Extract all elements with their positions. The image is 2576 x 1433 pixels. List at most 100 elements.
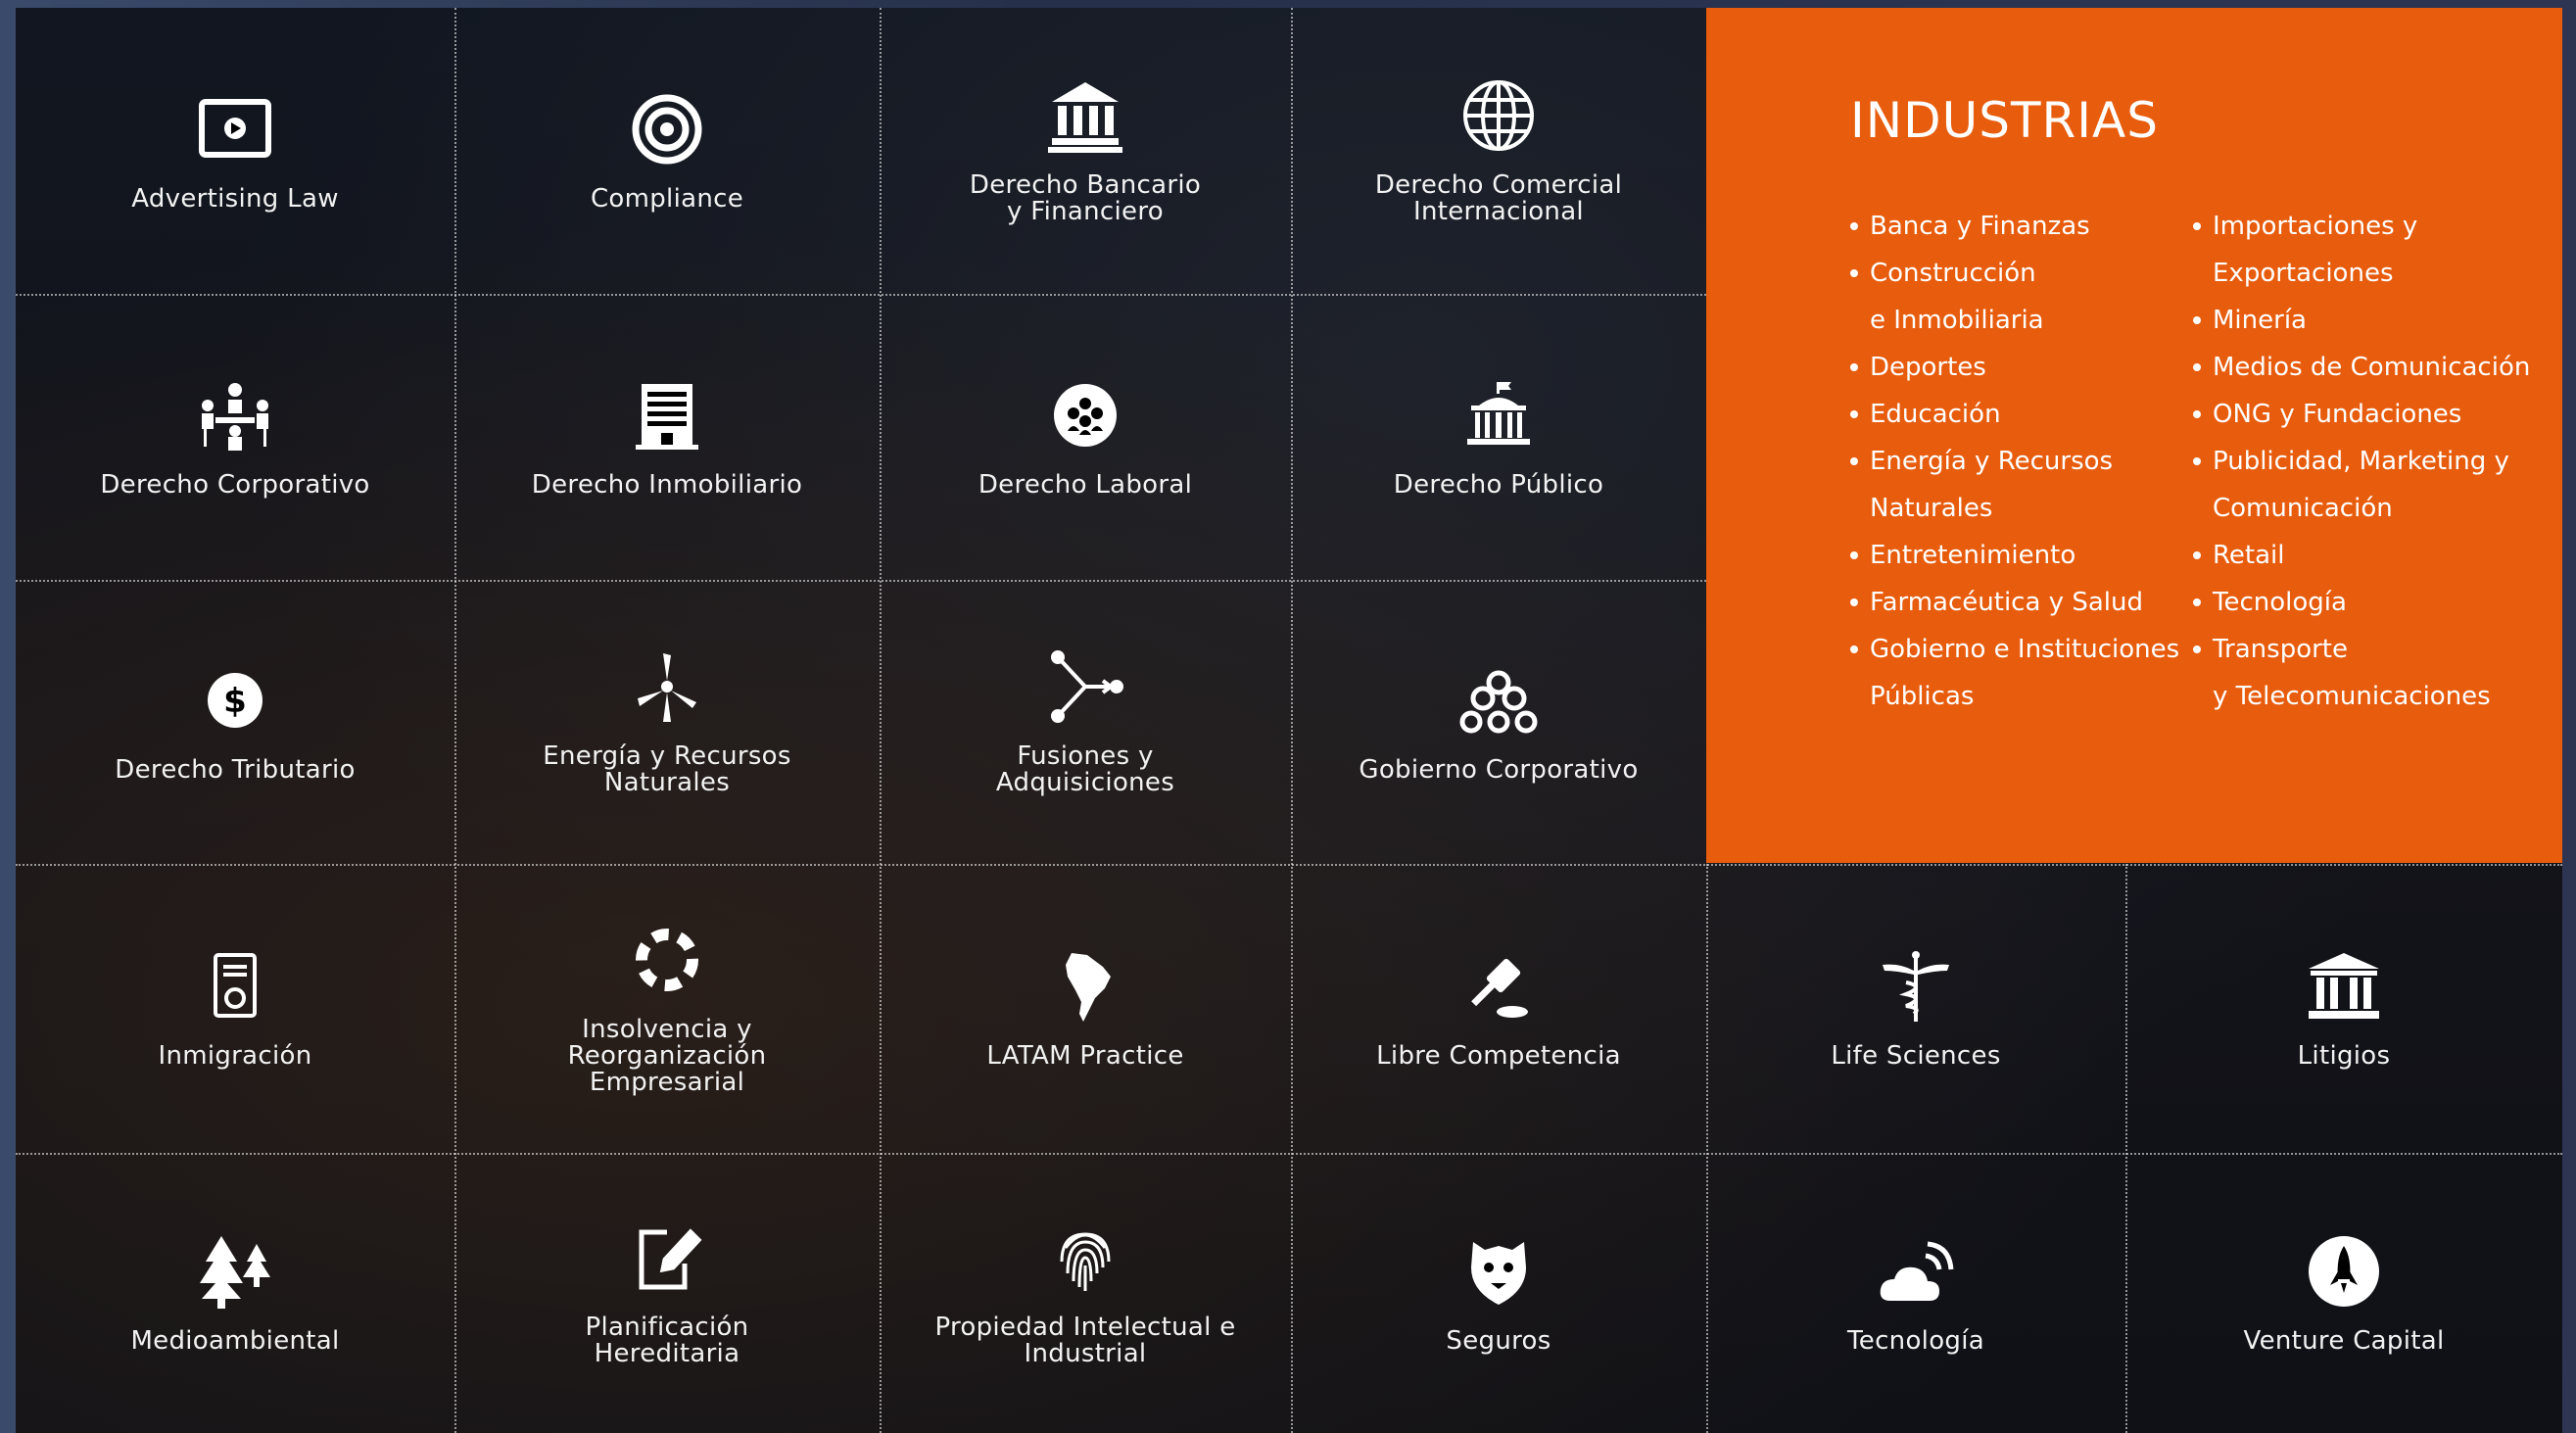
practice-seguros[interactable]: Seguros xyxy=(1291,1153,1706,1433)
practice-derecho-bancario[interactable]: Derecho Bancario y Financiero xyxy=(880,8,1291,294)
practice-medioambiental[interactable]: Medioambiental xyxy=(16,1153,454,1433)
industry-item[interactable]: Deportes xyxy=(1850,344,2193,391)
video-screen-icon xyxy=(196,90,274,168)
practice-propiedad-intelectual[interactable]: Propiedad Intelectual e Industrial xyxy=(880,1153,1291,1433)
practice-label: Derecho Público xyxy=(1393,469,1604,500)
fingerprint-icon xyxy=(1046,1218,1124,1297)
practice-derecho-inmobiliario[interactable]: Derecho Inmobiliario xyxy=(454,294,880,580)
industry-item[interactable]: Transporte y Telecomunicaciones xyxy=(2193,626,2530,720)
practice-label: Insolvencia y Reorganización Empresarial xyxy=(567,1015,767,1097)
industry-item[interactable]: Entretenimiento xyxy=(1850,532,2193,579)
practice-label: Tecnología xyxy=(1847,1325,1984,1356)
industry-item[interactable]: Publicidad, Marketing y Comunicación xyxy=(2193,438,2530,532)
svg-text:$: $ xyxy=(223,682,247,721)
practice-label: Derecho Tributario xyxy=(115,754,356,785)
practice-compliance[interactable]: Compliance xyxy=(454,8,880,294)
industry-item[interactable]: Gobierno e Instituciones Públicas xyxy=(1850,626,2193,720)
practice-label: Venture Capital xyxy=(2243,1325,2445,1356)
industry-item[interactable]: Construcción e Inmobiliaria xyxy=(1850,250,2193,344)
practice-label: Compliance xyxy=(590,183,744,214)
practice-planificacion-hereditaria[interactable]: Planificación Hereditaria xyxy=(454,1153,880,1433)
grid-divider xyxy=(2125,864,2127,1433)
wind-turbine-icon xyxy=(628,647,706,726)
industries-panel: INDUSTRIAS Banca y Finanzas Construcción… xyxy=(1706,8,2562,863)
grid-divider xyxy=(880,8,882,1433)
industry-item[interactable]: Medios de Comunicación xyxy=(2193,344,2530,391)
practice-label: LATAM Practice xyxy=(986,1041,1184,1071)
industry-item[interactable]: Minería xyxy=(2193,297,2530,344)
practice-label: Advertising Law xyxy=(131,183,339,214)
building-icon xyxy=(628,376,706,454)
industry-item[interactable]: Energía y Recursos Naturales xyxy=(1850,438,2193,532)
practice-latam[interactable]: LATAM Practice xyxy=(880,864,1291,1153)
dollar-coin-icon: $ xyxy=(196,661,274,740)
practice-label: Energía y Recursos Naturales xyxy=(543,741,791,797)
courthouse-icon xyxy=(2305,947,2383,1026)
practice-venture-capital[interactable]: Venture Capital xyxy=(2125,1153,2562,1433)
industries-column-2: Importaciones y Exportaciones Minería Me… xyxy=(2193,203,2530,720)
practice-fusiones[interactable]: Fusiones y Adquisiciones xyxy=(880,580,1291,864)
cloud-signal-icon xyxy=(1877,1232,1955,1311)
practice-gobierno-corporativo[interactable]: Gobierno Corporativo xyxy=(1291,580,1706,864)
practice-derecho-corporativo[interactable]: Derecho Corporativo xyxy=(16,294,454,580)
grid-divider xyxy=(1706,864,1708,1433)
practice-derecho-laboral[interactable]: Derecho Laboral xyxy=(880,294,1291,580)
grid-divider xyxy=(16,580,1706,582)
practice-advertising-law[interactable]: Advertising Law xyxy=(16,8,454,294)
practice-derecho-tributario[interactable]: $ Derecho Tributario xyxy=(16,580,454,864)
practice-label: Libre Competencia xyxy=(1376,1041,1621,1071)
industries-title: INDUSTRIAS xyxy=(1850,92,2159,149)
practice-label: Planificación Hereditaria xyxy=(585,1313,749,1368)
practice-label: Gobierno Corporativo xyxy=(1359,754,1639,785)
industries-columns: Banca y Finanzas Construcción e Inmobili… xyxy=(1850,203,2562,720)
south-america-icon xyxy=(1046,947,1124,1026)
target-icon xyxy=(628,90,706,168)
industry-item[interactable]: Banca y Finanzas xyxy=(1850,203,2193,250)
caduceus-icon xyxy=(1877,947,1955,1026)
practice-label: Medioambiental xyxy=(130,1325,340,1356)
group-circle-icon xyxy=(1046,376,1124,454)
trees-icon xyxy=(196,1232,274,1311)
industry-item[interactable]: Farmacéutica y Salud xyxy=(1850,579,2193,626)
practice-derecho-publico[interactable]: Derecho Público xyxy=(1291,294,1706,580)
industry-item[interactable]: Tecnología xyxy=(2193,579,2530,626)
meeting-people-icon xyxy=(196,376,274,454)
practice-label: Derecho Inmobiliario xyxy=(531,469,803,500)
practice-inmigracion[interactable]: Inmigración xyxy=(16,864,454,1153)
capitol-building-icon xyxy=(1459,376,1538,454)
rocket-icon xyxy=(2305,1232,2383,1311)
practice-tecnologia[interactable]: Tecnología xyxy=(1706,1153,2125,1433)
practice-life-sciences[interactable]: Life Sciences xyxy=(1706,864,2125,1153)
industry-item[interactable]: Educación xyxy=(1850,391,2193,438)
globe-icon xyxy=(1459,76,1538,155)
practice-litigios[interactable]: Litigios xyxy=(2125,864,2562,1153)
industry-item[interactable]: Retail xyxy=(2193,532,2530,579)
practice-label: Seguros xyxy=(1446,1325,1551,1356)
practice-libre-competencia[interactable]: Libre Competencia xyxy=(1291,864,1706,1153)
practice-label: Inmigración xyxy=(158,1041,312,1071)
practice-energia[interactable]: Energía y Recursos Naturales xyxy=(454,580,880,864)
bank-icon xyxy=(1046,76,1124,155)
passport-icon xyxy=(196,947,274,1026)
industry-item[interactable]: Importaciones y Exportaciones xyxy=(2193,203,2530,297)
grid-divider xyxy=(16,864,2562,866)
practice-label: Life Sciences xyxy=(1831,1041,2001,1071)
org-chart-icon xyxy=(1459,661,1538,740)
grid-divider xyxy=(16,294,1706,296)
edit-document-icon xyxy=(628,1218,706,1297)
practice-label: Fusiones y Adquisiciones xyxy=(995,741,1175,797)
practice-derecho-comercial-internacional[interactable]: Derecho Comercial Internacional xyxy=(1291,8,1706,294)
practice-label: Derecho Bancario y Financiero xyxy=(969,170,1202,226)
industries-column-1: Banca y Finanzas Construcción e Inmobili… xyxy=(1850,203,2193,720)
practice-label: Litigios xyxy=(2297,1041,2391,1071)
grid-divider xyxy=(16,1153,2562,1155)
grid-divider xyxy=(454,8,456,1433)
practice-insolvencia[interactable]: Insolvencia y Reorganización Empresarial xyxy=(454,864,880,1153)
grid-divider xyxy=(1291,8,1293,1433)
industry-item[interactable]: ONG y Fundaciones xyxy=(2193,391,2530,438)
shield-animal-icon xyxy=(1459,1232,1538,1311)
practice-label: Propiedad Intelectual e Industrial xyxy=(934,1313,1236,1368)
lifebuoy-icon xyxy=(628,921,706,999)
practice-label: Derecho Laboral xyxy=(978,469,1193,500)
merge-arrows-icon xyxy=(1046,647,1124,726)
